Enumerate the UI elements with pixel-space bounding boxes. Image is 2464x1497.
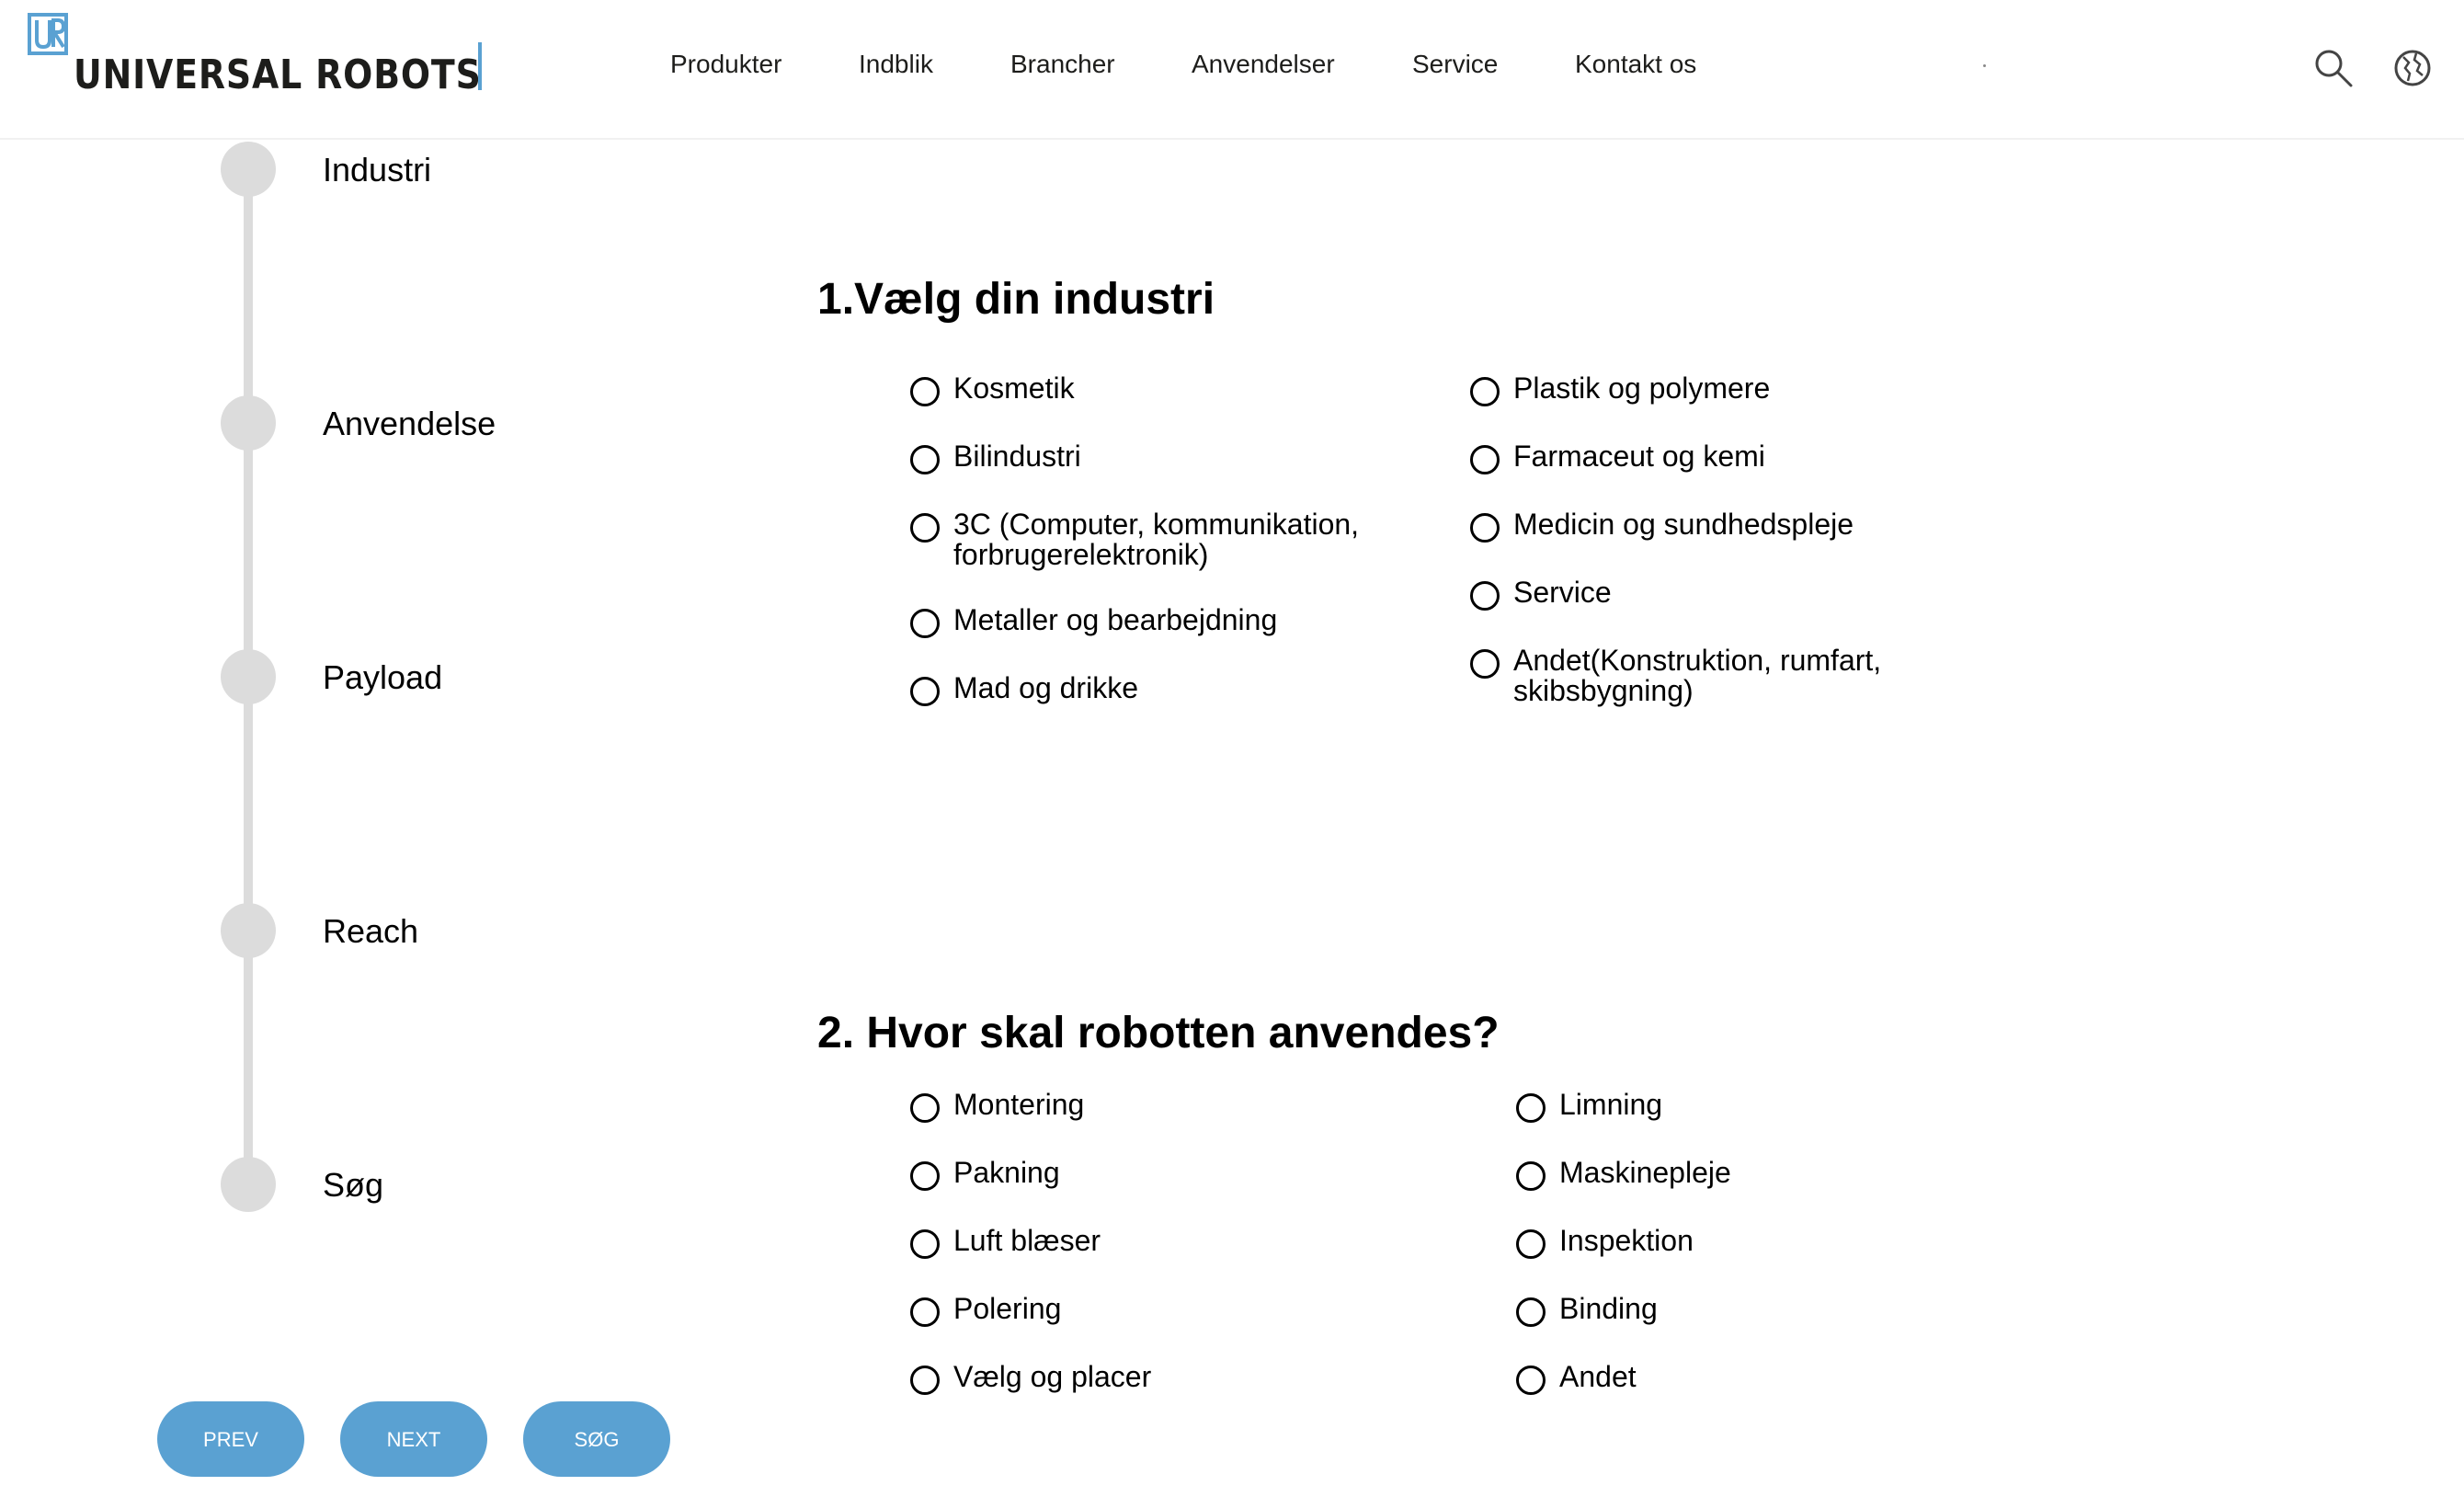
option-label: Service <box>1513 576 1612 609</box>
decorative-dot <box>1983 64 1986 67</box>
step-circle <box>221 142 276 197</box>
logo-divider <box>478 42 482 90</box>
radio-button[interactable] <box>1516 1229 1546 1259</box>
radio-button[interactable] <box>910 377 940 406</box>
question-1-title: 1.Vælg din industri <box>817 275 1215 324</box>
progress-stepper: Industri Anvendelse Payload Reach Søg <box>0 138 736 1241</box>
radio-button[interactable] <box>1516 1366 1546 1395</box>
radio-button[interactable] <box>1470 581 1500 611</box>
option-label: Vælg og placer <box>953 1360 1152 1393</box>
option-label: Pakning <box>953 1156 1060 1189</box>
nav-item-brancher[interactable]: Brancher <box>1010 50 1115 79</box>
next-button[interactable]: NEXT <box>340 1401 487 1477</box>
step-circle <box>221 649 276 704</box>
nav-item-service[interactable]: Service <box>1412 50 1498 79</box>
step-soeg[interactable]: Søg <box>221 1157 736 1212</box>
site-header: UNIVERSAL ROBOTS Produkter Indblik Branc… <box>0 0 2464 140</box>
option-label: Luft blæser <box>953 1224 1101 1257</box>
radio-button[interactable] <box>910 1229 940 1259</box>
nav-item-indblik[interactable]: Indblik <box>859 50 933 79</box>
step-circle <box>221 903 276 958</box>
option-label: Metaller og bearbejdning <box>953 603 1278 636</box>
option-label: Polering <box>953 1292 1062 1325</box>
radio-button[interactable] <box>1470 513 1500 543</box>
radio-button[interactable] <box>910 609 940 638</box>
radio-button[interactable] <box>1516 1161 1546 1191</box>
step-label: Søg <box>323 1166 384 1204</box>
logo-text: UNIVERSAL ROBOTS <box>74 51 482 98</box>
radio-button[interactable] <box>1470 445 1500 474</box>
option-label: Bilindustri <box>953 440 1081 473</box>
radio-button[interactable] <box>910 1297 940 1327</box>
search-button[interactable]: SØG <box>523 1401 670 1477</box>
option-label: Mad og drikke <box>953 671 1138 704</box>
radio-button[interactable] <box>1470 377 1500 406</box>
option-label: Andet(Konstruktion, rumfart, skibsbygnin… <box>1513 644 1882 707</box>
option-label: Farmaceut og kemi <box>1513 440 1765 473</box>
prev-button[interactable]: PREV <box>157 1401 304 1477</box>
step-payload[interactable]: Payload <box>221 649 736 704</box>
step-circle <box>221 1157 276 1212</box>
option-label: Kosmetik <box>953 371 1075 405</box>
radio-button[interactable] <box>1516 1297 1546 1327</box>
option-label: Limning <box>1559 1088 1663 1121</box>
option-label: Montering <box>953 1088 1085 1121</box>
step-industri[interactable]: Industri <box>221 142 736 197</box>
option-label: Plastik og polymere <box>1513 371 1771 405</box>
option-label: Maskinepleje <box>1559 1156 1731 1189</box>
step-label: Payload <box>323 658 443 696</box>
option-label: 3C (Computer, kommunikation, forbrugerel… <box>953 508 1360 571</box>
radio-button[interactable] <box>910 513 940 543</box>
step-label: Reach <box>323 912 419 950</box>
globe-icon[interactable] <box>2392 48 2433 88</box>
radio-button[interactable] <box>910 677 940 706</box>
question-2-title: 2. Hvor skal robotten anvendes? <box>817 1009 1500 1057</box>
nav-item-anvendelser[interactable]: Anvendelser <box>1192 50 1335 79</box>
step-label: Industri <box>323 151 432 189</box>
option-label: Andet <box>1559 1360 1637 1393</box>
step-anvendelse[interactable]: Anvendelse <box>221 395 736 451</box>
radio-button[interactable] <box>1470 649 1500 679</box>
option-label: Binding <box>1559 1292 1658 1325</box>
step-circle <box>221 395 276 451</box>
ur-logo-icon <box>28 13 68 55</box>
nav-item-kontakt-os[interactable]: Kontakt os <box>1575 50 1696 79</box>
option-label: Inspektion <box>1559 1224 1694 1257</box>
universal-robots-logo[interactable]: UNIVERSAL ROBOTS <box>28 13 481 98</box>
radio-button[interactable] <box>910 1093 940 1123</box>
radio-button[interactable] <box>910 445 940 474</box>
radio-button[interactable] <box>1516 1093 1546 1123</box>
step-reach[interactable]: Reach <box>221 903 736 958</box>
option-label: Medicin og sundhedspleje <box>1513 508 1854 541</box>
nav-item-produkter[interactable]: Produkter <box>670 50 781 79</box>
radio-button[interactable] <box>910 1366 940 1395</box>
radio-button[interactable] <box>910 1161 940 1191</box>
step-label: Anvendelse <box>323 405 496 442</box>
search-icon[interactable] <box>2313 48 2354 88</box>
